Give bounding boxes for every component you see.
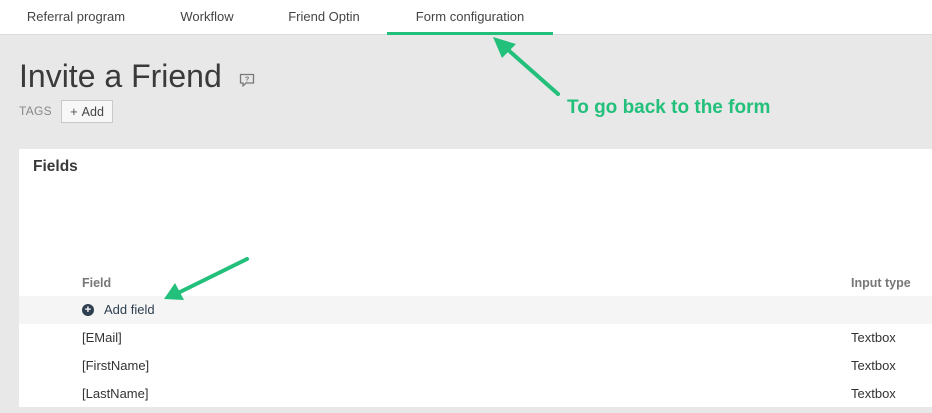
column-header-field: Field [82, 276, 112, 290]
page-title: Invite a Friend [19, 58, 222, 94]
table-row[interactable]: [EMail] Textbox [19, 324, 932, 352]
tab-workflow[interactable]: Workflow [152, 0, 262, 35]
annotation-text: To go back to the form [567, 97, 771, 118]
field-name-cell: [LastName] [82, 386, 149, 401]
arrow-to-form-configuration-tab [493, 37, 560, 96]
table-row[interactable]: [FirstName] Textbox [19, 352, 932, 380]
tab-form-configuration[interactable]: Form configuration [387, 0, 553, 35]
tab-bar: Referral program Workflow Friend Optin F… [0, 0, 932, 35]
add-field-row[interactable]: + Add field [19, 296, 932, 324]
add-tag-button[interactable]: + Add [61, 100, 113, 123]
field-name-cell: [EMail] [82, 330, 122, 345]
tab-referral-program[interactable]: Referral program [0, 0, 152, 35]
input-type-cell: Textbox [851, 330, 896, 345]
input-type-cell: Textbox [851, 358, 896, 373]
svg-text:?: ? [245, 75, 250, 84]
field-name-cell: [FirstName] [82, 358, 150, 373]
fields-panel-title: Fields [33, 158, 78, 175]
add-field-link[interactable]: Add field [104, 296, 155, 324]
column-header-input-type: Input type [851, 276, 911, 290]
help-comment-icon[interactable]: ? [239, 73, 255, 88]
add-circle-icon: + [82, 304, 94, 316]
tags-label: TAGS [19, 104, 52, 118]
add-tag-label: Add [81, 104, 104, 119]
table-row[interactable]: [LastName] Textbox [19, 380, 932, 408]
plus-icon: + [70, 104, 78, 119]
tab-friend-optin[interactable]: Friend Optin [262, 0, 386, 35]
fields-panel: Fields Field Input type + Add field [EMa… [19, 149, 932, 407]
input-type-cell: Textbox [851, 386, 896, 401]
